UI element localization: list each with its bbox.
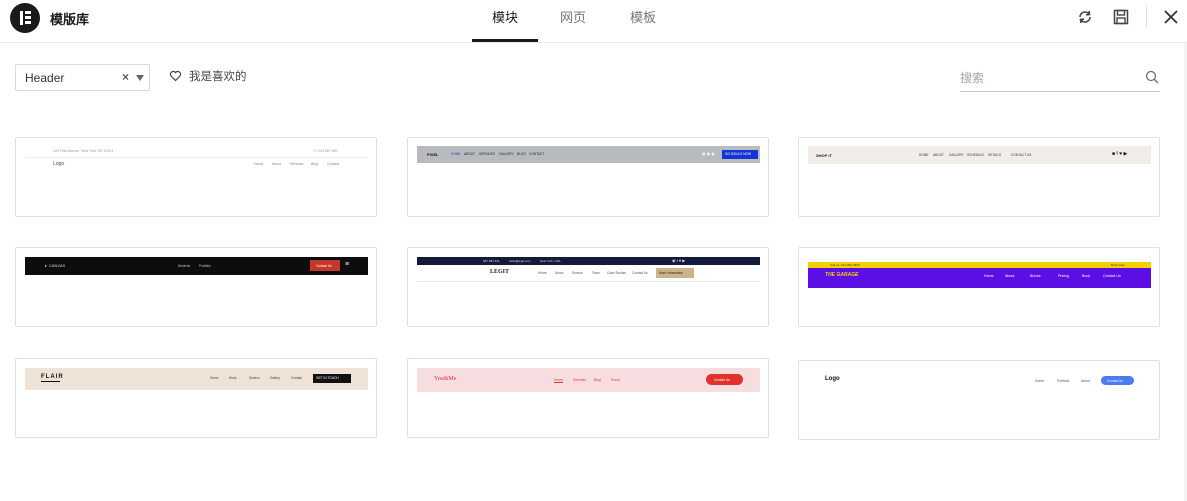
- template-card[interactable]: PIXEL HOME ABOUT SERVICES GALLERY BLOG C…: [407, 137, 769, 217]
- chevron-down-icon[interactable]: [136, 75, 144, 81]
- active-tab-indicator: [472, 39, 538, 42]
- template-preview: Call us: 123-456-7890 Book Now THE GARAG…: [808, 262, 1151, 288]
- category-select-value: Header: [25, 71, 65, 85]
- template-preview: Logo Home Portfolio About Contact Us: [808, 369, 1151, 393]
- category-select[interactable]: Header ×: [15, 64, 150, 91]
- template-card[interactable]: You&Me Home Services Blog Event Contact …: [407, 358, 769, 438]
- close-icon[interactable]: [1162, 8, 1180, 26]
- tab-templates[interactable]: 模板: [630, 7, 656, 41]
- template-preview: You&Me Home Services Blog Event Contact …: [417, 368, 760, 392]
- template-preview: ▸ CANVAS Services Portfolio Contact Us ≡: [25, 257, 368, 275]
- template-preview: 987 654 321 hello@legit.com New York, US…: [417, 257, 760, 285]
- search-box: [960, 66, 1160, 92]
- save-icon[interactable]: [1112, 8, 1130, 26]
- template-preview: 123 Fifth Avenue, New York, NY 10001 +1 …: [25, 144, 368, 178]
- app-title: 模版库: [50, 12, 90, 27]
- template-preview: PIXEL HOME ABOUT SERVICES GALLERY BLOG C…: [417, 146, 760, 163]
- search-icon[interactable]: [1145, 70, 1159, 84]
- heart-icon: [169, 70, 182, 82]
- template-card[interactable]: ▸ CANVAS Services Portfolio Contact Us ≡: [15, 247, 377, 327]
- template-preview: FLAIR Home Work Service Gallery Contact …: [25, 368, 368, 390]
- header-divider: [1146, 6, 1147, 28]
- template-card[interactable]: Logo Home Portfolio About Contact Us: [798, 360, 1160, 440]
- template-card[interactable]: FLAIR Home Work Service Gallery Contact …: [15, 358, 377, 438]
- template-card[interactable]: 987 654 321 hello@legit.com New York, US…: [407, 247, 769, 327]
- template-card[interactable]: 123 Fifth Avenue, New York, NY 10001 +1 …: [15, 137, 377, 217]
- tab-blocks[interactable]: 模块: [492, 7, 518, 41]
- template-card[interactable]: Call us: 123-456-7890 Book Now THE GARAG…: [798, 247, 1160, 327]
- tab-pages[interactable]: 网页: [560, 7, 586, 41]
- favorites-label: 我是喜欢的: [189, 71, 247, 83]
- header-bar: 模版库 模块 网页 模板: [0, 0, 1187, 43]
- template-card[interactable]: SHOP IT HOME ABOUT GALLERY SCHEDULE DETA…: [798, 137, 1160, 217]
- sync-icon[interactable]: [1076, 8, 1094, 26]
- clear-icon[interactable]: ×: [122, 70, 129, 84]
- search-input[interactable]: [960, 68, 1140, 88]
- elementor-logo-icon: [10, 3, 40, 33]
- template-preview: SHOP IT HOME ABOUT GALLERY SCHEDULE DETA…: [808, 146, 1151, 164]
